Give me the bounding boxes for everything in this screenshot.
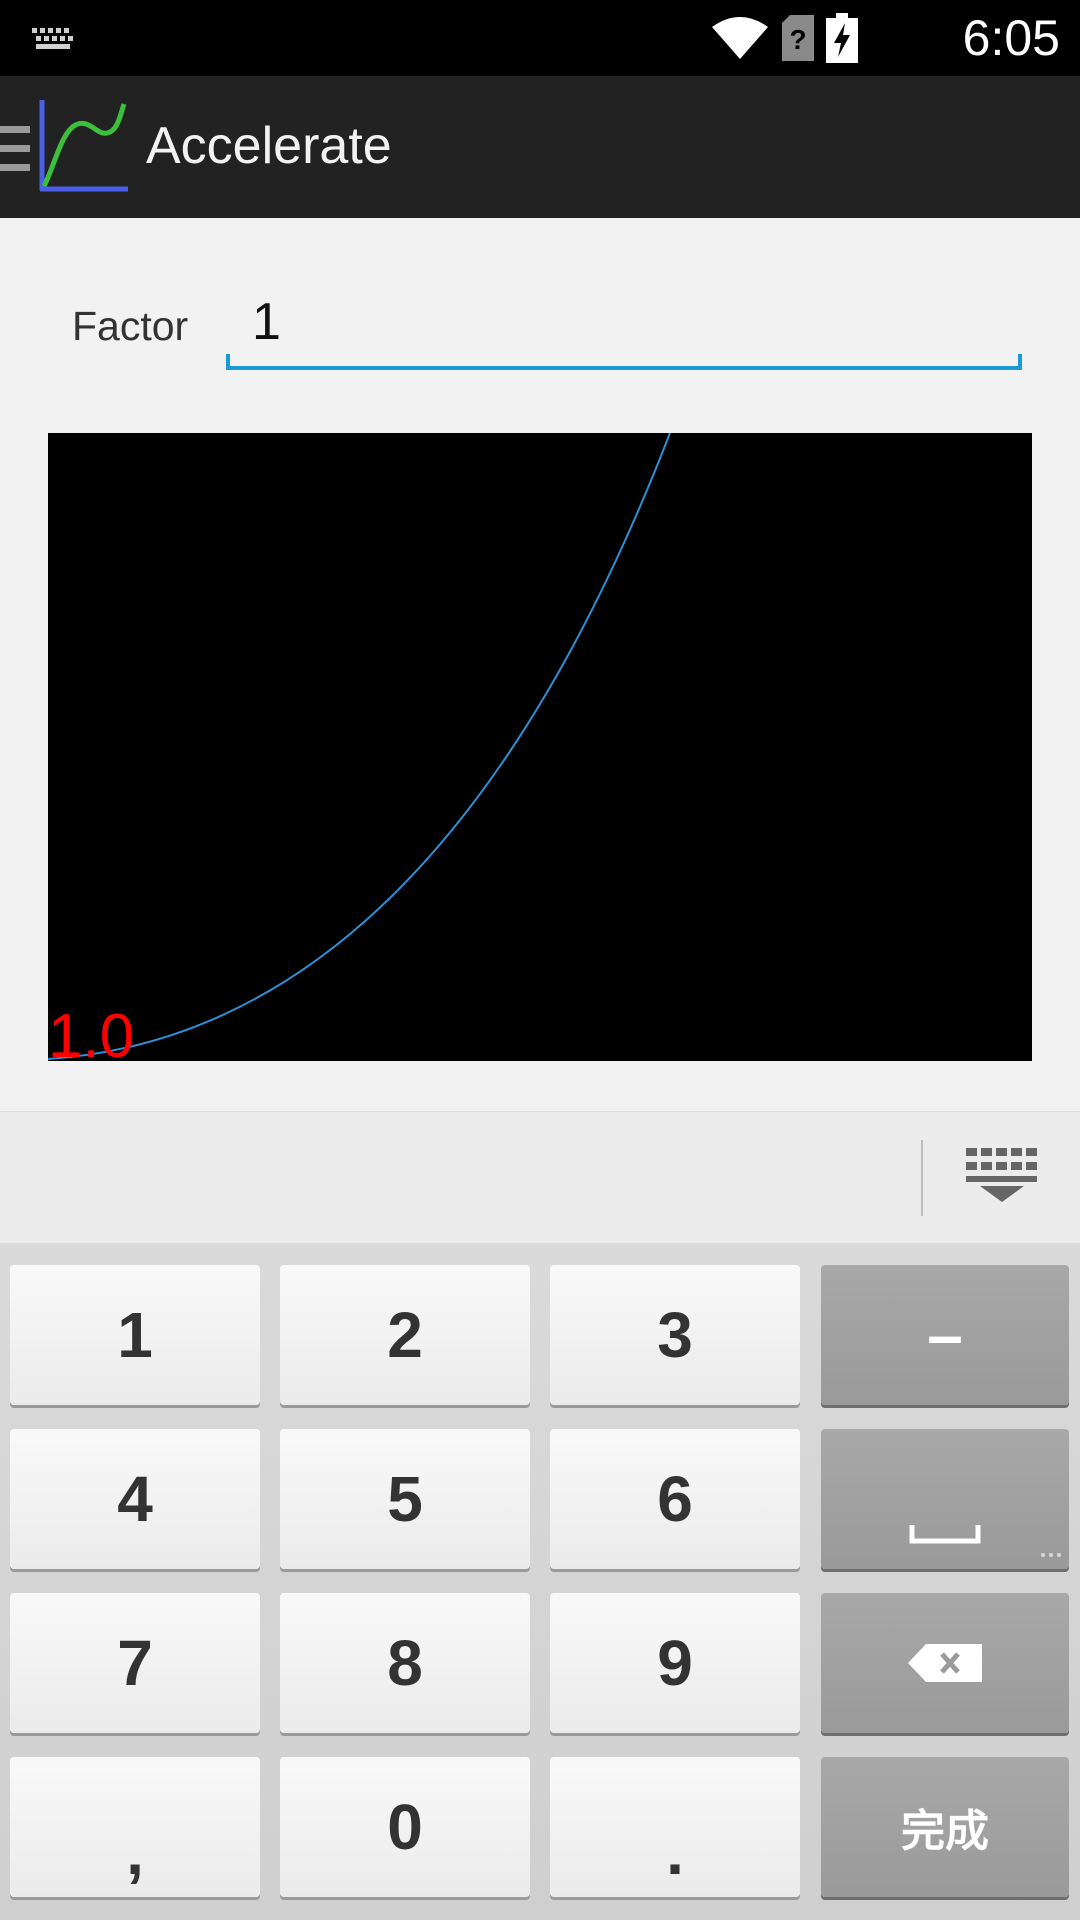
key-comma[interactable]: , [10,1757,260,1897]
more-options-icon [1041,1553,1061,1557]
key-backspace[interactable] [821,1593,1069,1733]
key-period[interactable]: . [550,1757,800,1897]
clock: 6:05 [962,10,1060,66]
strip-divider [921,1140,923,1216]
svg-text:?: ? [789,24,806,55]
key-3[interactable]: 3 [550,1265,800,1405]
battery-charging-icon [826,13,858,63]
key-4[interactable]: 4 [10,1429,260,1569]
keyboard-suggestion-strip [0,1111,1080,1244]
action-bar: Accelerate [0,76,1080,218]
app-title: Accelerate [146,117,392,175]
key-1[interactable]: 1 [10,1265,260,1405]
keyboard-icon [32,28,73,49]
key-comma-label: , [126,1816,144,1888]
key-period-label: . [666,1816,684,1888]
graph-factor-label: 1.0 [48,1002,134,1061]
no-sim-icon: ? [782,15,814,61]
status-bar: ? 6:05 [0,0,1080,76]
key-7[interactable]: 7 [10,1593,260,1733]
key-minus[interactable]: – [821,1265,1069,1405]
factor-input[interactable] [226,282,1022,362]
factor-label: Factor [72,303,189,349]
acceleration-curve [48,433,671,1060]
hide-keyboard-icon[interactable] [966,1148,1040,1208]
acceleration-graph: 1.0 [48,433,1032,1061]
key-9[interactable]: 9 [550,1593,800,1733]
key-6[interactable]: 6 [550,1429,800,1569]
factor-field[interactable] [226,282,1022,372]
space-icon [909,1525,981,1544]
key-8[interactable]: 8 [280,1593,530,1733]
key-5[interactable]: 5 [280,1429,530,1569]
key-done[interactable]: 完成 [821,1757,1069,1897]
key-2[interactable]: 2 [280,1265,530,1405]
drawer-icon[interactable] [0,124,30,174]
wifi-icon [712,17,768,59]
app-logo-icon[interactable] [38,98,130,194]
numeric-keyboard: 1 2 3 – 4 5 6 7 8 9 , 0 . 完成 [0,1243,1080,1920]
key-0[interactable]: 0 [280,1757,530,1897]
content-area: Factor 1.0 [0,218,1080,1111]
key-space[interactable] [821,1429,1069,1569]
backspace-icon [908,1644,982,1682]
